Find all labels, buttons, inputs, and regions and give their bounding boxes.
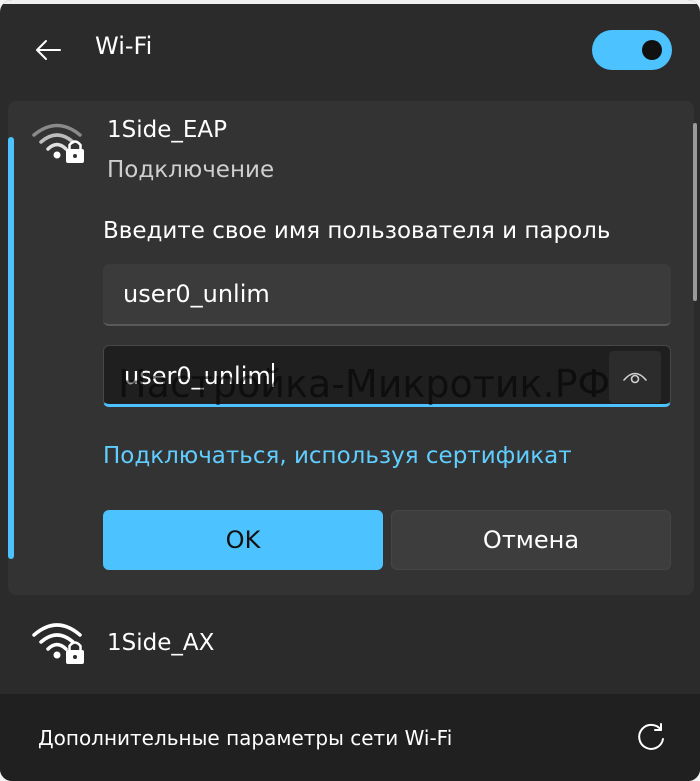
use-certificate-link[interactable]: Подключаться, используя сертификат: [103, 443, 572, 469]
flyout-footer: Дополнительные параметры сети Wi-Fi: [0, 694, 700, 781]
network-status: Подключение: [107, 157, 275, 183]
more-wifi-settings-link[interactable]: Дополнительные параметры сети Wi-Fi: [38, 726, 452, 750]
password-text: user0_unlim: [124, 362, 274, 390]
text-caret: [271, 363, 274, 387]
wifi-secured-icon: [32, 623, 84, 664]
username-field[interactable]: user0_unlim: [103, 264, 671, 326]
network-list-item[interactable]: 1Side_AX: [8, 600, 694, 688]
scrollbar-thumb[interactable]: [693, 123, 697, 301]
eye-icon: [623, 372, 647, 384]
password-field[interactable]: user0_unlim: [103, 345, 671, 407]
credentials-prompt: Введите свое имя пользователя и пароль: [103, 218, 611, 244]
selection-accent-bar: [8, 137, 14, 559]
wifi-flyout: Wi-Fi 1Side_EAP Подключение Введите свое…: [0, 0, 700, 781]
back-button[interactable]: [22, 28, 74, 72]
password-value: user0_unlim: [124, 362, 271, 390]
toggle-knob: [642, 40, 662, 60]
refresh-icon: [638, 723, 664, 750]
reveal-password-button[interactable]: [609, 351, 661, 403]
wifi-toggle[interactable]: [592, 30, 672, 70]
cancel-button[interactable]: Отмена: [391, 510, 671, 570]
flyout-header: Wi-Fi: [0, 4, 700, 96]
network-ssid: 1Side_EAP: [107, 117, 228, 143]
back-arrow-icon: [36, 40, 61, 60]
wifi-secured-icon: [32, 123, 84, 163]
ok-button[interactable]: OK: [103, 510, 383, 570]
page-title: Wi-Fi: [95, 32, 153, 60]
username-value: user0_unlim: [123, 280, 270, 308]
network-ssid: 1Side_AX: [107, 630, 215, 656]
refresh-button[interactable]: [628, 716, 674, 760]
